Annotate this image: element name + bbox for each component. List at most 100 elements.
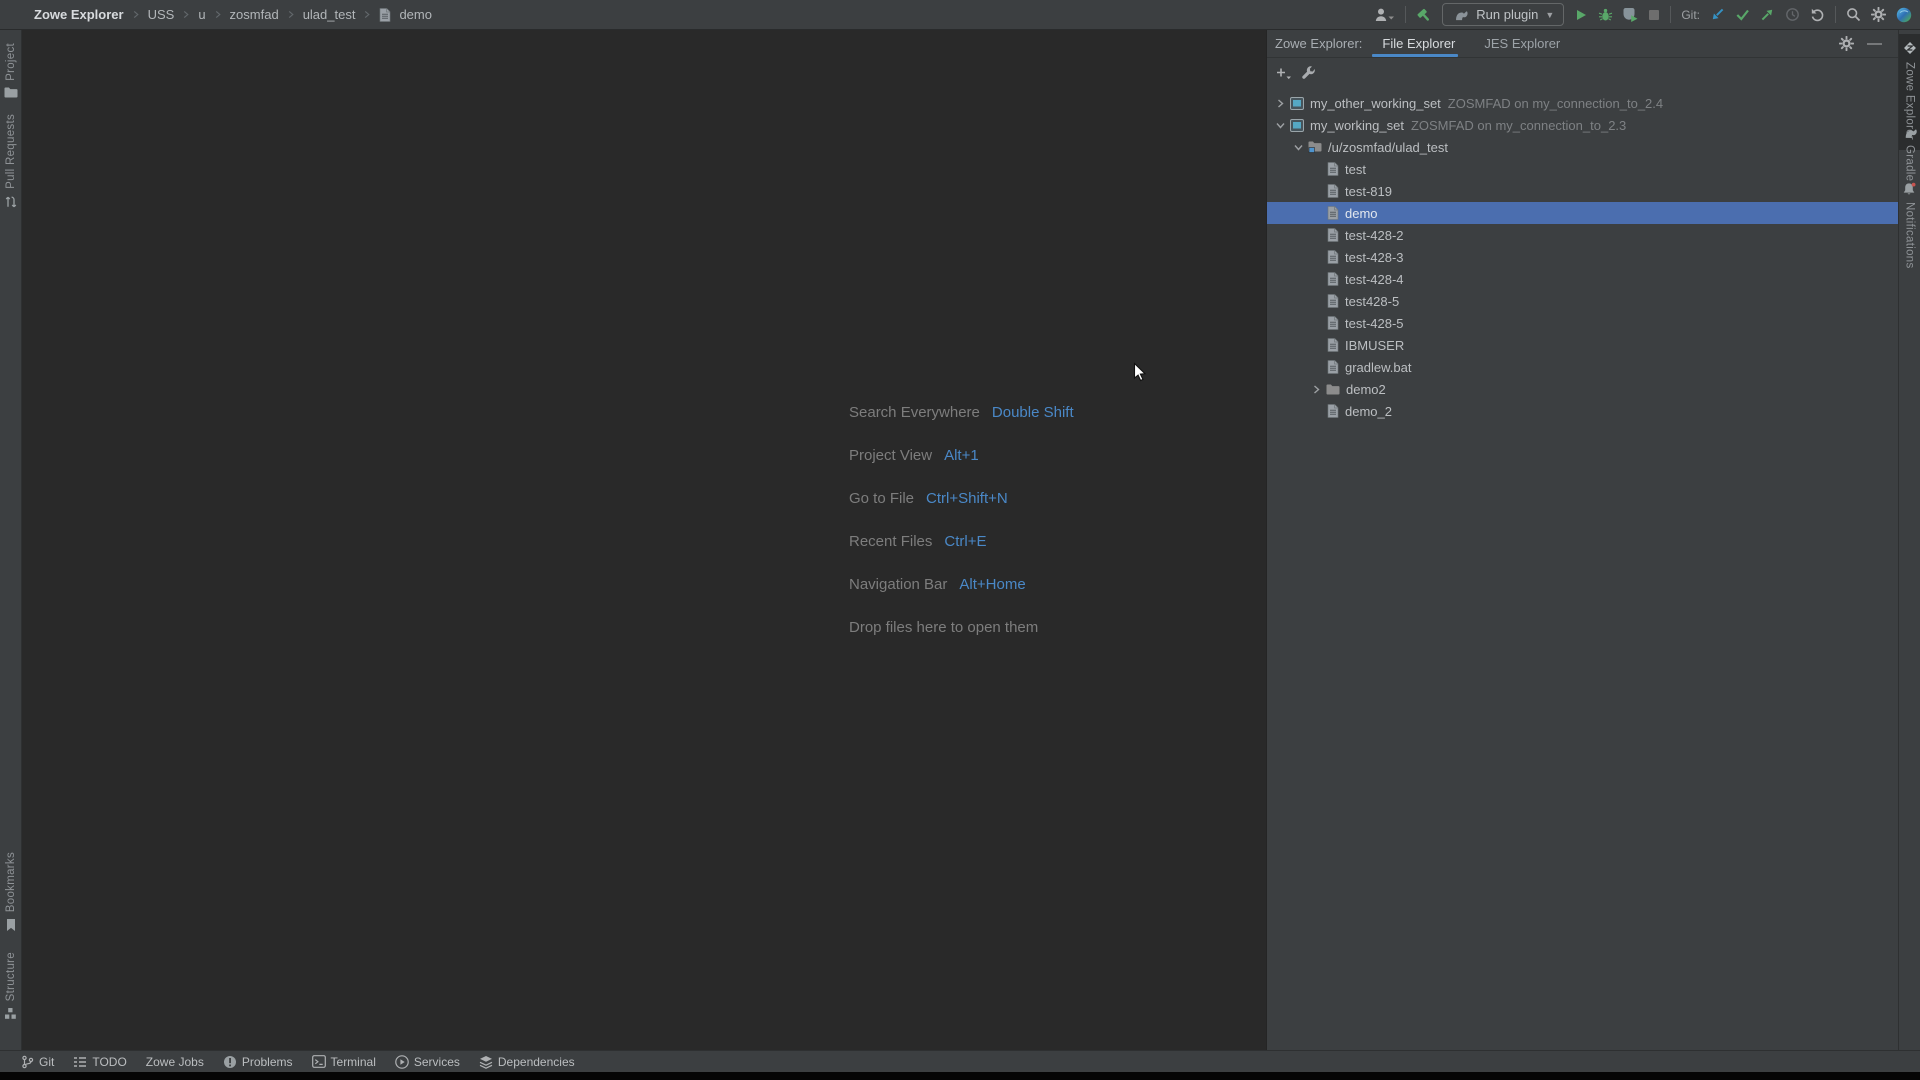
breadcrumb-file[interactable]: demo [399,7,432,22]
tool-window-button-todo[interactable]: TODO [73,1055,126,1069]
tree-item-label: my_working_set [1310,118,1404,133]
breadcrumb-segment[interactable]: ulad_test [303,7,356,22]
bookmark-icon [5,918,17,932]
tool-window-button-dependencies[interactable]: Dependencies [479,1055,575,1069]
breadcrumb-segment[interactable]: zosmfad [230,7,279,22]
bottom-tool-bar: Git TODO Zowe Jobs Problems Terminal Services… [0,1050,1920,1072]
tool-window-button-label: Git [39,1055,54,1069]
tool-window-button-label: Zowe Jobs [146,1055,204,1069]
build-hammer-icon[interactable] [1416,4,1432,26]
hint-label: Drop files here to open them [849,617,1038,638]
profile-sphere-icon[interactable] [1896,4,1912,26]
file-icon [1327,338,1339,352]
shortcut-hint-row: Search Everywhere Double Shift [849,402,1074,423]
stripe-button-label: Structure [5,952,17,1001]
search-icon[interactable] [1846,4,1861,26]
breadcrumb-root[interactable]: Zowe Explorer [34,7,124,22]
git-update-icon[interactable] [1710,4,1725,26]
tree-row-test[interactable]: test [1267,158,1898,180]
tree-item-label: test-428-2 [1345,228,1404,243]
tool-window-button-label: Terminal [331,1055,376,1069]
tree-item-label: test428-5 [1345,294,1399,309]
title-bar: Zowe Explorer USS u zosmfad ulad_test demo Ru… [0,0,1920,30]
hint-label: Go to File [849,488,914,509]
git-commit-icon[interactable] [1735,4,1750,26]
breadcrumb-segment[interactable]: u [198,7,205,22]
services-icon [395,1055,409,1069]
wrench-icon[interactable] [1301,63,1316,85]
tool-window-button-terminal[interactable]: Terminal [312,1055,376,1069]
debug-icon[interactable] [1598,4,1613,26]
chevron-down-icon[interactable] [1291,143,1305,152]
tree-row-test-428-3[interactable]: test-428-3 [1267,246,1898,268]
working-set-icon [1290,97,1304,110]
breadcrumb-segment[interactable]: USS [148,7,175,22]
tab-file-explorer[interactable]: File Explorer [1381,30,1456,57]
breadcrumb-separator-icon [287,10,295,19]
breadcrumb[interactable]: Zowe Explorer USS u zosmfad ulad_test demo [0,7,432,22]
add-profile-icon[interactable] [1275,63,1292,85]
tree-row-demo_2[interactable]: demo_2 [1267,400,1898,422]
stripe-button-project[interactable]: Project [0,43,21,98]
git-push-icon[interactable] [1760,4,1775,26]
breadcrumb-separator-icon [214,10,222,19]
stripe-button-gradle[interactable]: Gradle [1899,126,1920,181]
run-configuration-dropdown[interactable]: Run plugin ▼ [1442,3,1564,26]
stripe-button-pull-requests[interactable]: Pull Requests [0,114,21,209]
tree-row-test-428-4[interactable]: test-428-4 [1267,268,1898,290]
tree-row-test-819[interactable]: test-819 [1267,180,1898,202]
stripe-button-label: Gradle [1904,145,1916,181]
tool-window-button-git[interactable]: Git [21,1055,54,1069]
settings-gear-icon[interactable] [1871,4,1886,26]
chevron-right-icon[interactable] [1309,385,1323,394]
tree-row-test-428-5[interactable]: test-428-5 [1267,312,1898,334]
file-icon [1327,162,1339,176]
tab-jes-explorer[interactable]: JES Explorer [1483,30,1561,57]
run-coverage-icon[interactable] [1623,4,1638,26]
tree-row-demo2[interactable]: demo2 [1267,378,1898,400]
hint-shortcut: Double Shift [992,402,1074,423]
chevron-right-icon[interactable] [1273,99,1287,108]
stripe-button-bookmarks[interactable]: Bookmarks [0,852,21,932]
tree-item-suffix: ZOSMFAD on my_connection_to_2.3 [1411,118,1626,133]
tree-item-label: test [1345,162,1366,177]
left-tool-stripe: Project Pull Requests Bookmarks Structure [0,30,22,1050]
hint-label: Search Everywhere [849,402,980,423]
tree-row--u-zosmfad-ulad_test[interactable]: /u/zosmfad/ulad_test [1267,136,1898,158]
user-menu-icon[interactable] [1373,4,1395,26]
hide-panel-icon[interactable]: — [1867,39,1882,49]
tool-window-button-problems[interactable]: Problems [223,1055,293,1069]
hint-shortcut: Alt+1 [944,445,979,466]
stripe-button-structure[interactable]: Structure [0,952,21,1020]
tree-row-gradlew.bat[interactable]: gradlew.bat [1267,356,1898,378]
notification-bell-icon [1902,182,1917,196]
chevron-down-icon[interactable] [1273,121,1287,130]
gradle-elephant-icon [1902,126,1918,139]
panel-tabs: File Explorer JES Explorer [1381,30,1561,57]
shortcut-hint-row: Drop files here to open them [849,617,1074,638]
breadcrumb-separator-icon [132,10,140,19]
uss-folder-icon [1308,141,1322,153]
tree-item-label: my_other_working_set [1310,96,1441,111]
file-explorer-tree: my_other_working_set ZOSMFAD on my_connec… [1267,89,1898,1050]
rollback-icon[interactable] [1810,4,1825,26]
tree-row-my_other_working_set[interactable]: my_other_working_setZOSMFAD on my_connec… [1267,92,1898,114]
hint-label: Project View [849,445,932,466]
stripe-button-notifications[interactable]: Notifications [1899,182,1920,269]
run-icon[interactable] [1574,4,1588,26]
hint-label: Navigation Bar [849,574,947,595]
panel-gear-icon[interactable] [1839,33,1854,55]
problems-icon [223,1055,237,1069]
tree-row-IBMUSER[interactable]: IBMUSER [1267,334,1898,356]
zowe-explorer-panel: Zowe Explorer: File ExplorerJES Explorer… [1266,30,1898,1050]
tree-row-test428-5[interactable]: test428-5 [1267,290,1898,312]
tree-item-label: demo [1345,206,1378,221]
tree-row-my_working_set[interactable]: my_working_set ZOSMFAD on my_connection_t… [1267,114,1898,136]
tool-window-button-zowe-jobs[interactable]: Zowe Jobs [146,1055,204,1069]
tree-row-test-428-2[interactable]: test-428-2 [1267,224,1898,246]
hint-label: Recent Files [849,531,932,552]
stripe-button-label: Notifications [1904,202,1916,269]
tree-row-demo[interactable]: demo [1267,202,1898,224]
tool-window-button-services[interactable]: Services [395,1055,460,1069]
hint-shortcut: Ctrl+Shift+N [926,488,1008,509]
